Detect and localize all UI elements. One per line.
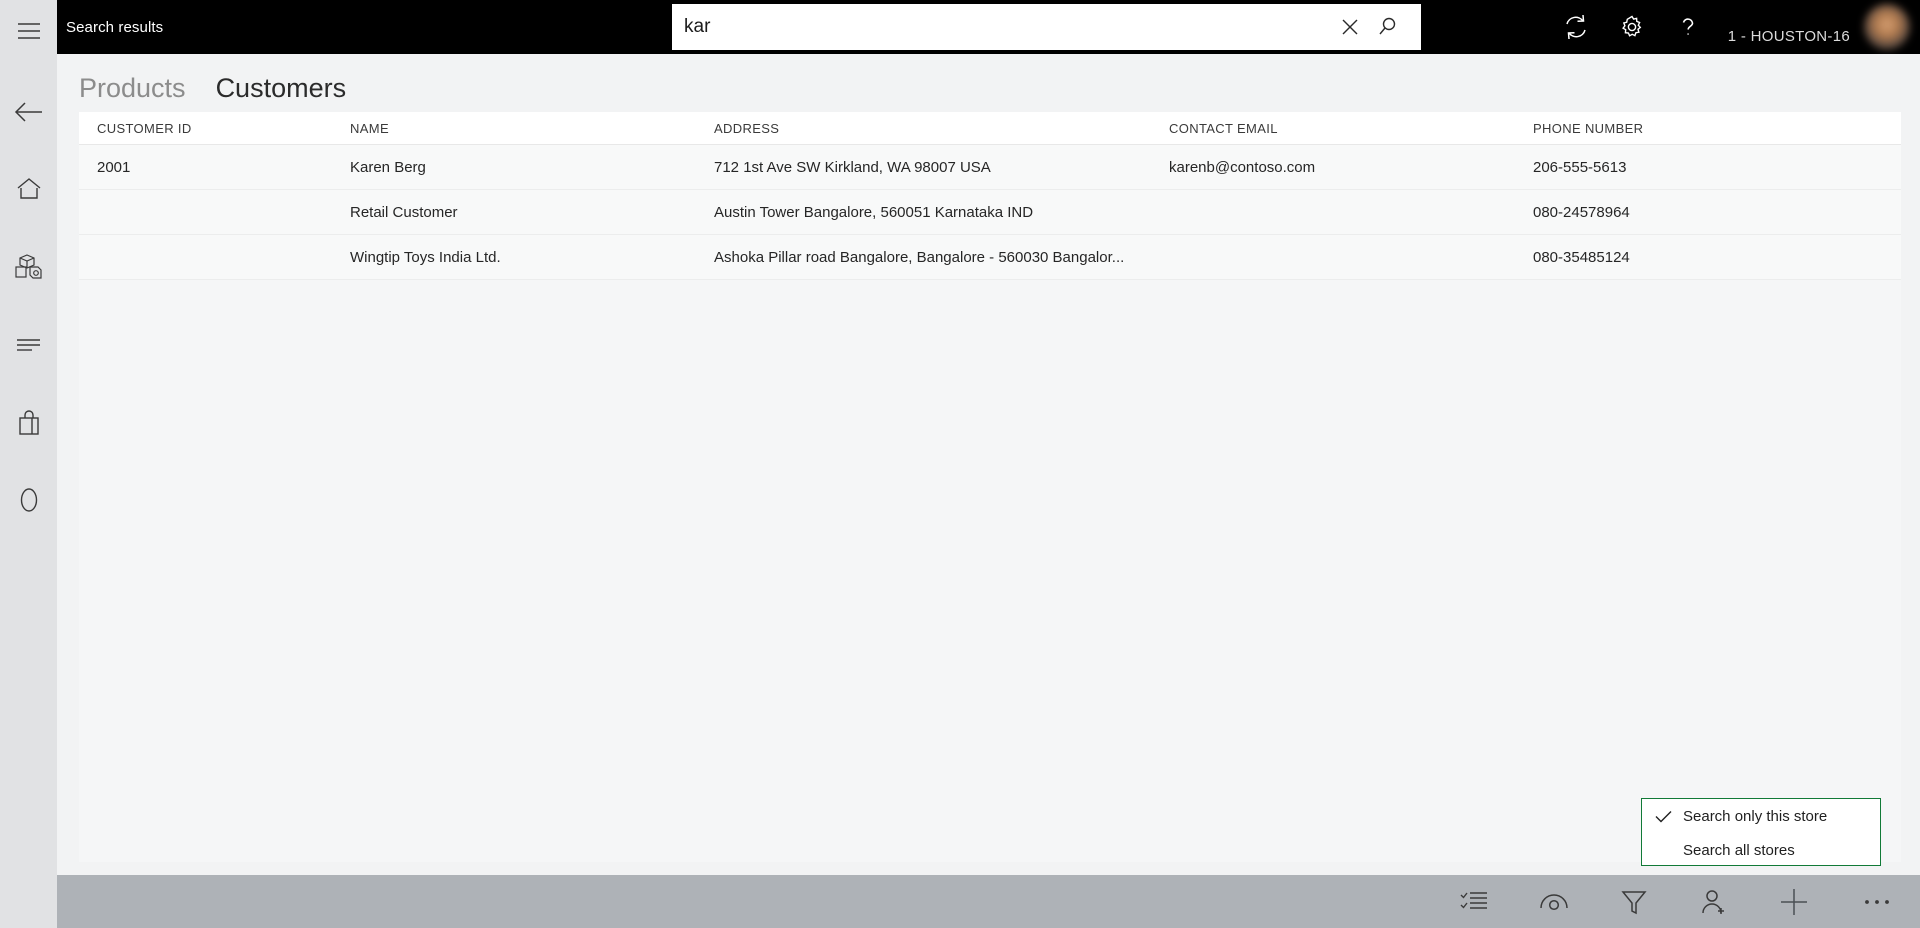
tab-customers[interactable]: Customers	[216, 70, 347, 106]
cell-customer-id: 2001	[97, 158, 131, 176]
menu-item-label: Search all stores	[1683, 841, 1795, 859]
store-id: 1 - HOUSTON-16	[1727, 28, 1850, 45]
cell-address: Ashoka Pillar road Bangalore, Bangalore …	[714, 248, 1125, 266]
add-person-icon[interactable]	[1674, 875, 1754, 928]
cell-phone-number: 206-555-5613	[1533, 158, 1627, 176]
close-icon[interactable]	[1331, 4, 1369, 50]
cell-phone-number: 080-35485124	[1533, 248, 1630, 266]
gear-icon[interactable]	[1604, 0, 1660, 54]
avatar[interactable]	[1864, 4, 1910, 50]
table-row[interactable]: Wingtip Toys India Ltd. Ashoka Pillar ro…	[79, 235, 1901, 280]
grid-header-row: CUSTOMER ID NAME ADDRESS CONTACT EMAIL P…	[79, 112, 1901, 145]
user-name	[1775, 9, 1850, 25]
sync-icon[interactable]	[1548, 0, 1604, 54]
checklist-icon[interactable]	[1434, 875, 1514, 928]
column-header-customer-id[interactable]: CUSTOMER ID	[79, 121, 350, 136]
top-bar-actions: 1 - HOUSTON-16	[1548, 0, 1920, 54]
page-title: Search results	[66, 18, 164, 36]
search-bar	[672, 4, 1421, 50]
table-row[interactable]: 2001 Karen Berg 712 1st Ave SW Kirkland,…	[79, 145, 1901, 190]
table-row[interactable]: Retail Customer Austin Tower Bangalore, …	[79, 190, 1901, 235]
column-header-contact-email[interactable]: CONTACT EMAIL	[1169, 121, 1533, 136]
cell-phone-number: 080-24578964	[1533, 203, 1630, 221]
shopping-bag-icon[interactable]	[0, 394, 57, 451]
filter-funnel-icon[interactable]	[1594, 875, 1674, 928]
column-header-address[interactable]: ADDRESS	[714, 121, 1169, 136]
search-icon[interactable]	[1369, 4, 1407, 50]
column-header-name[interactable]: NAME	[350, 121, 714, 136]
tab-products[interactable]: Products	[79, 70, 186, 106]
bottom-toolbar	[57, 875, 1920, 928]
zero-oval-icon[interactable]	[0, 471, 57, 528]
cell-name: Karen Berg	[350, 158, 426, 176]
result-tabs: Products Customers	[57, 54, 1920, 106]
top-bar: Search results kar 1 - HOUSTON-16	[57, 0, 1920, 54]
cell-name: Wingtip Toys India Ltd.	[350, 248, 501, 266]
list-lines-icon[interactable]	[0, 316, 57, 373]
menu-item-search-only-this-store[interactable]: Search only this store	[1642, 799, 1880, 833]
cell-address: Austin Tower Bangalore, 560051 Karnataka…	[714, 203, 1034, 221]
content-area: Products Customers CUSTOMER ID NAME ADDR…	[57, 54, 1920, 875]
left-navigation-rail	[0, 0, 57, 928]
menu-item-label: Search only this store	[1683, 807, 1828, 825]
cell-address: 712 1st Ave SW Kirkland, WA 98007 USA	[714, 158, 991, 176]
plus-icon[interactable]	[1754, 875, 1834, 928]
help-icon[interactable]	[1660, 0, 1716, 54]
app-root: Search results kar 1 - HOUSTON-16 Produc…	[0, 0, 1920, 928]
products-boxes-icon[interactable]	[0, 238, 57, 295]
menu-item-search-all-stores[interactable]: Search all stores	[1642, 833, 1880, 867]
user-account[interactable]: 1 - HOUSTON-16	[1728, 0, 1864, 54]
cell-contact-email: karenb@contoso.com	[1169, 158, 1316, 176]
back-arrow-icon[interactable]	[0, 83, 57, 140]
ellipsis-icon[interactable]	[1834, 875, 1920, 928]
home-icon[interactable]	[0, 160, 57, 217]
search-scope-menu: Search only this store Search all stores	[1641, 798, 1881, 866]
hamburger-menu-icon[interactable]	[0, 2, 57, 59]
search-input[interactable]	[672, 16, 1331, 38]
eye-view-icon[interactable]	[1514, 875, 1594, 928]
cell-name: Retail Customer	[350, 203, 458, 221]
customers-grid: CUSTOMER ID NAME ADDRESS CONTACT EMAIL P…	[79, 112, 1901, 862]
check-icon	[1655, 810, 1683, 823]
column-header-phone-number[interactable]: PHONE NUMBER	[1533, 121, 1863, 136]
